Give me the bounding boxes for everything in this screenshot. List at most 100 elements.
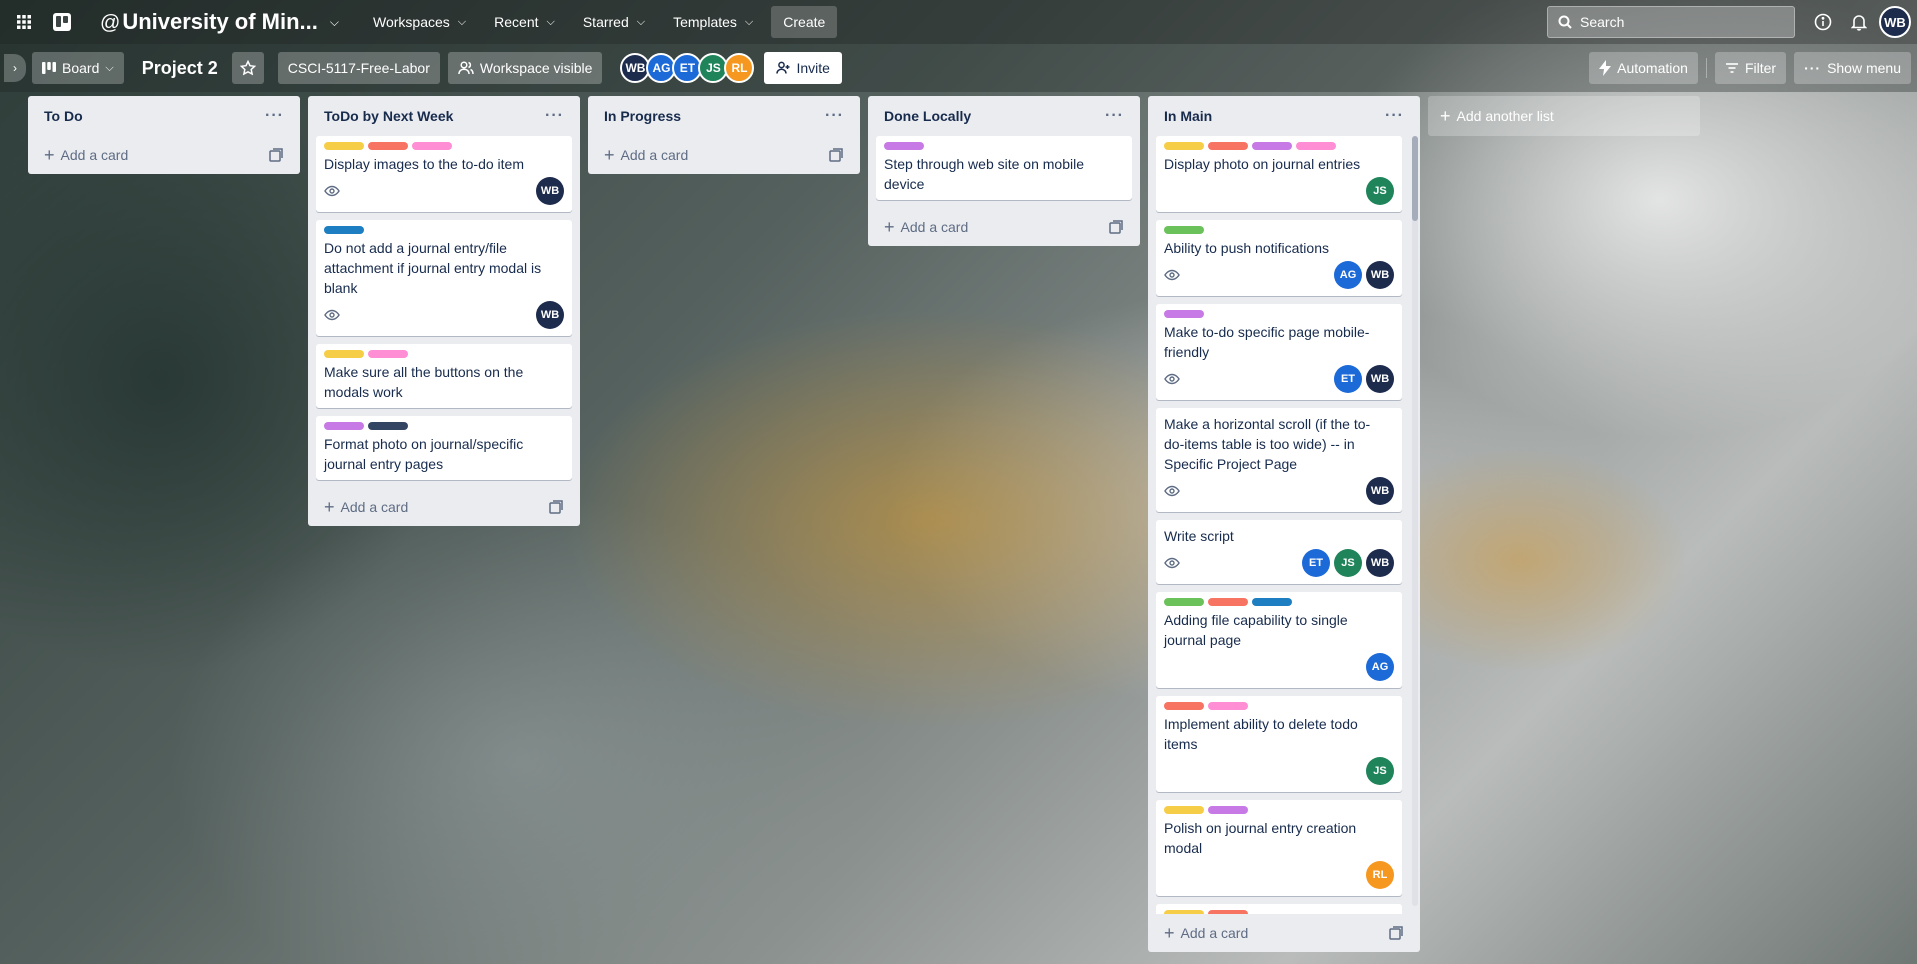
- sidebar-toggle[interactable]: ›: [4, 54, 26, 82]
- card-member-avatar[interactable]: WB: [1366, 261, 1394, 289]
- list-header[interactable]: In Main ···: [1156, 96, 1412, 136]
- nav-templates[interactable]: Templates ⌵: [661, 6, 765, 38]
- search-box[interactable]: [1547, 6, 1795, 38]
- filter-button[interactable]: Filter: [1714, 52, 1787, 84]
- card-member-avatar[interactable]: AG: [1334, 261, 1362, 289]
- list-title[interactable]: Done Locally: [884, 108, 971, 124]
- card-member-avatar[interactable]: AG: [1366, 653, 1394, 681]
- label-navy[interactable]: [368, 422, 408, 430]
- card[interactable]: Step through web site on mobile device: [876, 136, 1132, 200]
- label-purple[interactable]: [1164, 310, 1204, 318]
- add-card-button[interactable]: + Add a card: [876, 208, 1132, 246]
- card-member-avatar[interactable]: ET: [1334, 365, 1362, 393]
- card-template-icon[interactable]: [828, 147, 844, 163]
- list-title[interactable]: To Do: [44, 108, 83, 124]
- list-menu-dots-icon[interactable]: ···: [265, 107, 284, 125]
- list-title[interactable]: In Main: [1164, 108, 1212, 124]
- list-menu-dots-icon[interactable]: ···: [545, 107, 564, 125]
- show-menu-button[interactable]: ··· Show menu: [1794, 52, 1911, 84]
- label-blue[interactable]: [324, 226, 364, 234]
- card[interactable]: Display photo on journal entries JS: [1156, 136, 1402, 212]
- member-avatar[interactable]: RL: [724, 53, 755, 83]
- add-card-button[interactable]: + Add a card: [316, 488, 572, 526]
- workspace-switcher[interactable]: @University of Min...: [100, 9, 318, 35]
- label-red[interactable]: [1208, 598, 1248, 606]
- notifications-button[interactable]: [1843, 6, 1875, 38]
- label-pink[interactable]: [1296, 142, 1336, 150]
- information-button[interactable]: [1807, 6, 1839, 38]
- card-template-icon[interactable]: [1108, 219, 1124, 235]
- card[interactable]: Polish on journal entry creation modal R…: [1156, 800, 1402, 896]
- label-red[interactable]: [1208, 142, 1248, 150]
- card[interactable]: Ability to push notifications AG WB: [1156, 220, 1402, 296]
- label-pink[interactable]: [1208, 702, 1248, 710]
- home-logo-button[interactable]: [46, 6, 78, 38]
- board-title[interactable]: Project 2: [142, 58, 218, 79]
- label-green[interactable]: [1164, 598, 1204, 606]
- label-red[interactable]: [1208, 910, 1248, 914]
- card-template-icon[interactable]: [1388, 925, 1404, 941]
- card[interactable]: Write script ET JS WB: [1156, 520, 1402, 584]
- invite-button[interactable]: Invite: [764, 52, 842, 84]
- list-header[interactable]: To Do ···: [36, 96, 292, 136]
- label-blue[interactable]: [1252, 598, 1292, 606]
- list-scrollbar[interactable]: [1412, 136, 1418, 906]
- list-header[interactable]: ToDo by Next Week ···: [316, 96, 572, 136]
- add-card-button[interactable]: + Add a card: [1156, 914, 1412, 952]
- card-member-avatar[interactable]: WB: [1366, 365, 1394, 393]
- card[interactable]: Do not add a journal entry/file attachme…: [316, 220, 572, 336]
- card-member-avatar[interactable]: JS: [1366, 177, 1394, 205]
- label-purple[interactable]: [1252, 142, 1292, 150]
- list-menu-dots-icon[interactable]: ···: [825, 107, 844, 125]
- card-member-avatar[interactable]: WB: [536, 177, 564, 205]
- card-member-avatar[interactable]: WB: [536, 301, 564, 329]
- label-pink[interactable]: [412, 142, 452, 150]
- card[interactable]: Make a horizontal scroll (if the to-do-i…: [1156, 408, 1402, 512]
- card-member-avatar[interactable]: ET: [1302, 549, 1330, 577]
- card-scroll-area[interactable]: Display photo on journal entries JS Abil…: [1156, 136, 1412, 914]
- board-view-switcher[interactable]: Board ⌵: [32, 52, 124, 84]
- label-yellow[interactable]: [1164, 806, 1204, 814]
- apps-grid-button[interactable]: [8, 6, 40, 38]
- list-menu-dots-icon[interactable]: ···: [1105, 107, 1124, 125]
- label-purple[interactable]: [1208, 806, 1248, 814]
- user-avatar[interactable]: WB: [1879, 6, 1911, 38]
- automation-button[interactable]: Automation: [1589, 52, 1698, 84]
- label-purple[interactable]: [884, 142, 924, 150]
- scrollbar-thumb[interactable]: [1412, 136, 1418, 221]
- label-yellow[interactable]: [1164, 910, 1204, 914]
- card[interactable]: Make to-do specific page mobile-friendly…: [1156, 304, 1402, 400]
- create-button[interactable]: Create: [771, 6, 838, 38]
- label-purple[interactable]: [324, 422, 364, 430]
- card[interactable]: Make sure all the buttons on the modals …: [316, 344, 572, 408]
- card[interactable]: Adding file capability to single journal…: [1156, 592, 1402, 688]
- list-header[interactable]: In Progress ···: [596, 96, 852, 136]
- label-green[interactable]: [1164, 226, 1204, 234]
- card-template-icon[interactable]: [268, 147, 284, 163]
- label-yellow[interactable]: [324, 350, 364, 358]
- list-menu-dots-icon[interactable]: ···: [1385, 107, 1404, 125]
- nav-starred[interactable]: Starred ⌵: [571, 6, 657, 38]
- visibility-button[interactable]: Workspace visible: [447, 52, 603, 84]
- card-member-avatar[interactable]: JS: [1366, 757, 1394, 785]
- card-template-icon[interactable]: [548, 499, 564, 515]
- list-title[interactable]: In Progress: [604, 108, 681, 124]
- chevron-down-icon[interactable]: ⌵: [330, 15, 339, 30]
- card[interactable]: Implement ability to delete todo items J…: [1156, 696, 1402, 792]
- workspace-tag-button[interactable]: CSCI-5117-Free-Labor: [277, 52, 440, 84]
- nav-recent[interactable]: Recent ⌵: [482, 6, 567, 38]
- card-member-avatar[interactable]: WB: [1366, 477, 1394, 505]
- list-header[interactable]: Done Locally ···: [876, 96, 1132, 136]
- add-card-button[interactable]: + Add a card: [596, 136, 852, 174]
- label-red[interactable]: [1164, 702, 1204, 710]
- nav-workspaces[interactable]: Workspaces ⌵: [361, 6, 478, 38]
- card[interactable]: [1156, 904, 1402, 914]
- card[interactable]: Display images to the to-do item WB: [316, 136, 572, 212]
- card-member-avatar[interactable]: RL: [1366, 861, 1394, 889]
- star-board-button[interactable]: [231, 52, 264, 84]
- card[interactable]: Format photo on journal/specific journal…: [316, 416, 572, 480]
- label-yellow[interactable]: [324, 142, 364, 150]
- label-pink[interactable]: [368, 350, 408, 358]
- list-title[interactable]: ToDo by Next Week: [324, 108, 453, 124]
- add-list-button[interactable]: + Add another list: [1428, 96, 1700, 136]
